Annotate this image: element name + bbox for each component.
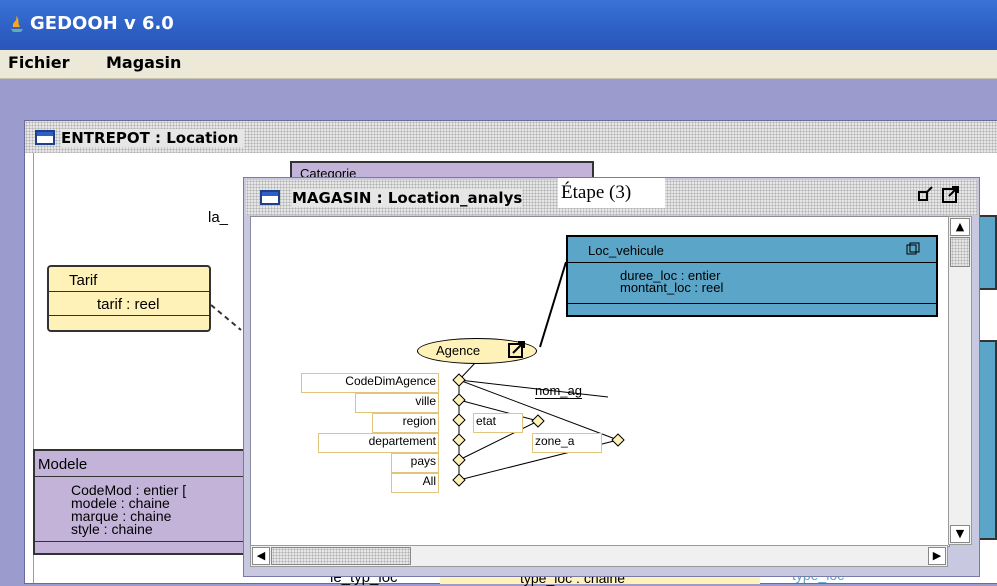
level-connectors xyxy=(452,373,625,487)
attr-zone-a[interactable]: zone_a xyxy=(532,433,602,453)
attr-nom-ag[interactable]: nom_ag xyxy=(535,383,582,399)
attr-etat[interactable]: etat xyxy=(473,413,523,433)
